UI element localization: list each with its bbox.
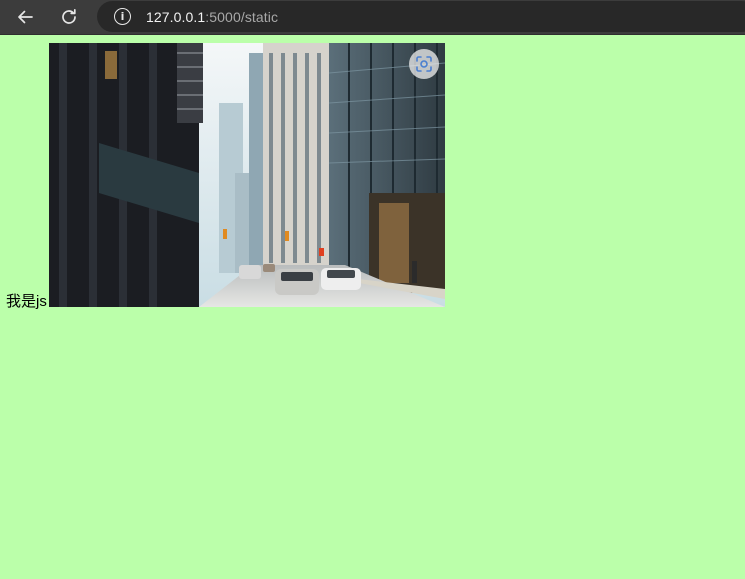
- visual-search-icon: [416, 56, 432, 72]
- js-label: 我是js: [6, 293, 47, 310]
- reload-button[interactable]: [56, 4, 82, 30]
- address-bar[interactable]: i 127.0.0.1:5000/static: [97, 1, 745, 32]
- city-street-image: [48, 43, 445, 307]
- url-text[interactable]: 127.0.0.1:5000/static: [146, 9, 278, 25]
- back-button[interactable]: [12, 4, 38, 30]
- url-path: :5000/static: [205, 9, 279, 25]
- reload-icon: [62, 8, 76, 24]
- url-host: 127.0.0.1: [146, 9, 206, 25]
- browser-toolbar: i 127.0.0.1:5000/static: [0, 0, 745, 35]
- page-content: 我是js: [6, 43, 445, 310]
- info-icon[interactable]: i: [114, 8, 131, 25]
- arrow-left-icon: [18, 10, 33, 24]
- street-photo[interactable]: [48, 43, 445, 307]
- visual-search-button[interactable]: [408, 49, 439, 79]
